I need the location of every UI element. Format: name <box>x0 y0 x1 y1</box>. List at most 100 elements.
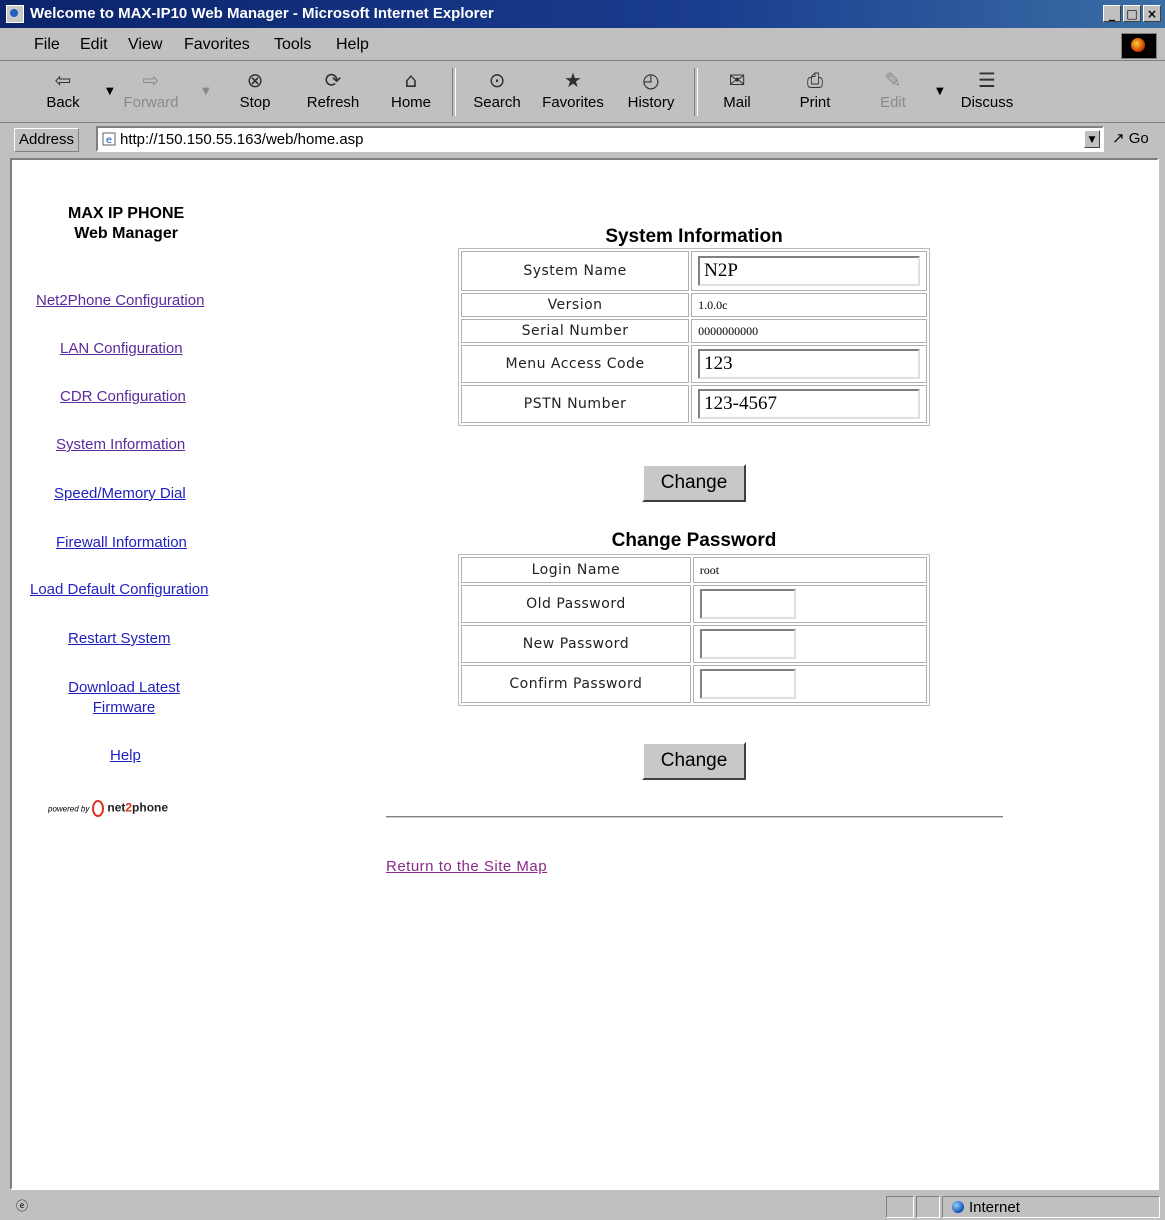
title-bar: Welcome to MAX-IP10 Web Manager - Micros… <box>0 0 1165 28</box>
version-label: Version <box>461 293 690 317</box>
history-icon: ◴ <box>642 68 660 92</box>
home-label: Home <box>390 94 431 111</box>
svg-text:e: e <box>106 135 112 146</box>
table-row: Version 1.0.0c <box>461 293 927 317</box>
stop-label: Stop <box>239 94 271 111</box>
discuss-button[interactable]: ☰ Discuss <box>956 66 1018 118</box>
close-button[interactable]: × <box>1143 5 1161 22</box>
nav-lan-configuration[interactable]: LAN Configuration <box>60 340 183 357</box>
powered-by-logo: powered by net2phone <box>48 800 168 817</box>
go-label: Go <box>1128 130 1149 147</box>
nav-download-latest-firmware[interactable]: Download Latest Firmware <box>62 678 186 718</box>
nav-restart-system[interactable]: Restart System <box>68 630 171 647</box>
refresh-button[interactable]: ⟳ Refresh <box>302 66 364 118</box>
stop-icon: ⊗ <box>246 68 264 92</box>
status-pane <box>886 1196 914 1218</box>
forward-dropdown-icon[interactable]: ▼ <box>202 86 210 97</box>
toolbar: ⇦ Back ▼ ⇨ Forward ▼ ⊗ Stop ⟳ Refresh ⌂ … <box>0 62 1165 123</box>
favorites-button[interactable]: ★ Favorites <box>542 66 604 118</box>
nav-speed-memory-dial[interactable]: Speed/Memory Dial <box>54 485 186 502</box>
edit-dropdown-icon[interactable]: ▼ <box>936 86 944 97</box>
change-password-title: Change Password <box>611 530 777 551</box>
back-button[interactable]: ⇦ Back <box>32 66 94 118</box>
table-row: Old Password <box>461 585 927 623</box>
nav-net2phone-configuration[interactable]: Net2Phone Configuration <box>36 292 204 309</box>
print-button[interactable]: ⎙ Print <box>784 66 846 118</box>
nav-load-default-configuration[interactable]: Load Default Configuration <box>30 581 208 598</box>
back-label: Back <box>46 94 80 111</box>
search-icon: ⊙ <box>488 68 506 92</box>
menu-access-code-input[interactable]: 123 <box>698 349 921 379</box>
address-bar: Address e http://150.150.55.163/web/home… <box>0 124 1165 156</box>
nav-firewall-information[interactable]: Firewall Information <box>56 534 187 551</box>
favorites-icon: ★ <box>564 68 582 92</box>
menu-view[interactable]: View <box>128 36 162 54</box>
go-button[interactable]: ↗ Go <box>1112 129 1149 147</box>
system-name-label: System Name <box>461 251 690 291</box>
confirm-password-label: Confirm Password <box>461 665 691 703</box>
table-row: PSTN Number 123-4567 <box>461 385 927 423</box>
table-row: Confirm Password <box>461 665 927 703</box>
menu-edit[interactable]: Edit <box>80 36 108 54</box>
menu-access-code-label: Menu Access Code <box>461 345 690 383</box>
menu-favorites[interactable]: Favorites <box>184 36 250 54</box>
address-dropdown-icon[interactable]: ▼ <box>1084 130 1100 148</box>
login-name-label: Login Name <box>461 557 691 583</box>
stop-button[interactable]: ⊗ Stop <box>224 66 286 118</box>
new-password-input[interactable] <box>699 629 796 659</box>
status-text-pane <box>16 1196 884 1218</box>
print-label: Print <box>799 94 831 111</box>
table-row: System Name N2P <box>461 251 927 291</box>
ie-window-icon[interactable] <box>6 5 24 23</box>
minimize-button[interactable]: _ <box>1103 5 1121 22</box>
confirm-password-input[interactable] <box>699 669 796 699</box>
system-info-change-button[interactable]: Change <box>642 464 746 502</box>
print-icon: ⎙ <box>807 68 823 92</box>
home-icon: ⌂ <box>404 68 418 92</box>
window-title: Welcome to MAX-IP10 Web Manager - Micros… <box>30 5 494 22</box>
nav-cdr-configuration[interactable]: CDR Configuration <box>60 388 186 405</box>
refresh-label: Refresh <box>306 94 360 111</box>
menu-help[interactable]: Help <box>336 36 369 54</box>
password-change-button[interactable]: Change <box>642 742 746 780</box>
go-arrow-icon: ↗ <box>1112 130 1125 147</box>
powered-brand-a: net <box>107 800 126 815</box>
powered-by-text: powered by <box>48 804 90 814</box>
nav-help[interactable]: Help <box>110 747 141 764</box>
history-button[interactable]: ◴ History <box>620 66 682 118</box>
mail-icon: ✉ <box>728 68 746 92</box>
table-row: New Password <box>461 625 927 663</box>
menu-tools[interactable]: Tools <box>274 36 311 54</box>
horizontal-divider <box>386 816 1003 818</box>
brand-line-2: Web Manager <box>74 225 178 242</box>
maximize-button[interactable]: □ <box>1123 5 1141 22</box>
page-content: MAX IP PHONE Web Manager Net2Phone Confi… <box>10 158 1159 1190</box>
change-password-table: Login Name root Old Password New Passwor… <box>458 554 930 706</box>
menu-file[interactable]: File <box>34 36 60 54</box>
pstn-number-input[interactable]: 123-4567 <box>698 389 921 419</box>
menu-bar: File Edit View Favorites Tools Help <box>0 30 1165 61</box>
address-input[interactable]: e http://150.150.55.163/web/home.asp ▼ <box>96 126 1104 152</box>
mail-button[interactable]: ✉ Mail <box>706 66 768 118</box>
login-name-value: root <box>692 557 927 583</box>
edit-button[interactable]: ✎ Edit <box>862 66 924 118</box>
home-button[interactable]: ⌂ Home <box>380 66 442 118</box>
favorites-label: Favorites <box>542 94 604 111</box>
nav-system-information[interactable]: System Information <box>56 436 185 453</box>
windows-logo-icon <box>1121 33 1157 59</box>
window-controls: _ □ × <box>1103 5 1161 22</box>
page-icon: e <box>102 132 116 146</box>
table-row: Login Name root <box>461 557 927 583</box>
system-name-input[interactable]: N2P <box>698 256 921 286</box>
search-button[interactable]: ⊙ Search <box>466 66 528 118</box>
return-to-site-map-link[interactable]: Return to the Site Map <box>386 858 547 875</box>
forward-button[interactable]: ⇨ Forward <box>120 66 182 118</box>
security-zone: Internet <box>952 1199 1020 1216</box>
net2phone-logo-icon <box>92 800 105 817</box>
back-dropdown-icon[interactable]: ▼ <box>106 86 114 97</box>
system-information-title: System Information <box>605 226 783 247</box>
edit-icon: ✎ <box>884 68 902 92</box>
new-password-label: New Password <box>461 625 691 663</box>
old-password-input[interactable] <box>699 589 796 619</box>
table-row: Serial Number 0000000000 <box>461 319 927 343</box>
